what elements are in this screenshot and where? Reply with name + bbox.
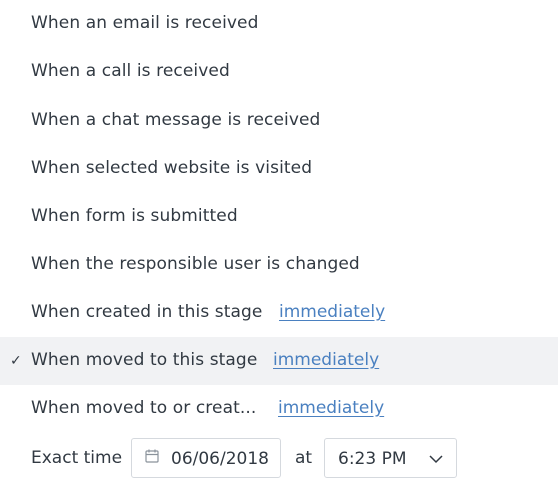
menu-item-label: When moved to or creat... bbox=[31, 398, 257, 418]
time-value: 6:23 PM bbox=[338, 449, 407, 469]
menu-item-label: When moved to this stage bbox=[31, 350, 258, 370]
chevron-down-icon bbox=[429, 455, 443, 464]
immediately-link[interactable]: immediately bbox=[273, 352, 379, 369]
menu-item-label: When created in this stage bbox=[31, 302, 263, 322]
immediately-link[interactable]: immediately bbox=[278, 400, 384, 417]
menu-item-created-in-stage[interactable]: When created in this stage immediately bbox=[0, 289, 558, 337]
at-label: at bbox=[295, 448, 313, 468]
menu-item-email-received[interactable]: When an email is received bbox=[0, 0, 558, 48]
exact-time-label: Exact time bbox=[31, 448, 123, 468]
menu-item-label: When an email is received bbox=[31, 13, 259, 33]
check-icon: ✓ bbox=[10, 353, 22, 369]
menu-item-website-visited[interactable]: When selected website is visited bbox=[0, 145, 558, 193]
menu-item-call-received[interactable]: When a call is received bbox=[0, 48, 558, 96]
calendar-icon bbox=[145, 449, 159, 463]
menu-item-moved-or-created[interactable]: When moved to or creat... immediately bbox=[0, 385, 558, 433]
menu-item-label: When selected website is visited bbox=[31, 158, 313, 178]
exact-time-row[interactable]: Exact time 06/06/2018 at 6:23 PM bbox=[0, 436, 558, 482]
time-select[interactable]: 6:23 PM bbox=[324, 438, 457, 478]
menu-item-responsible-changed[interactable]: When the responsible user is changed bbox=[0, 241, 558, 289]
menu-item-chat-received[interactable]: When a chat message is received bbox=[0, 97, 558, 145]
date-value: 06/06/2018 bbox=[171, 449, 269, 469]
menu-item-label: When the responsible user is changed bbox=[31, 254, 360, 274]
menu-item-label: When a call is received bbox=[31, 61, 230, 81]
menu-item-label: When form is submitted bbox=[31, 206, 238, 226]
date-field[interactable]: 06/06/2018 bbox=[131, 438, 281, 478]
trigger-dropdown-menu: When an email is received When a call is… bbox=[0, 0, 558, 486]
menu-item-form-submitted[interactable]: When form is submitted bbox=[0, 193, 558, 241]
menu-item-label: When a chat message is received bbox=[31, 110, 321, 130]
immediately-link[interactable]: immediately bbox=[279, 304, 385, 321]
menu-item-moved-to-stage[interactable]: ✓ When moved to this stage immediately bbox=[0, 337, 558, 385]
